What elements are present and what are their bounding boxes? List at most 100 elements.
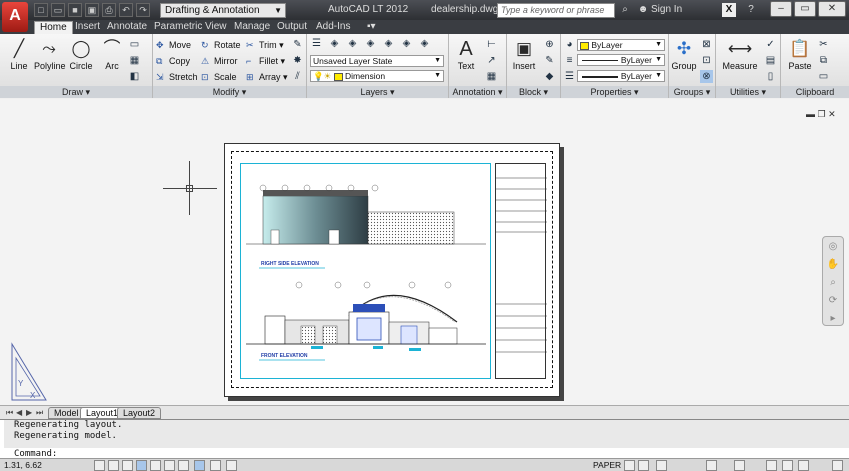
grid-display-icon[interactable] bbox=[122, 460, 133, 471]
scale-tool[interactable]: ⊡ Scale bbox=[201, 70, 237, 84]
coordinate-readout[interactable]: 1.31, 6.62 bbox=[4, 460, 42, 470]
tab-annotate[interactable]: Annotate bbox=[102, 21, 152, 34]
id-point-icon[interactable]: ▯ bbox=[764, 70, 777, 83]
first-layout-icon[interactable]: ⏮ bbox=[6, 408, 13, 418]
layer-icon-2[interactable]: ◈ bbox=[346, 37, 359, 50]
annotation-scale-icon[interactable] bbox=[706, 460, 717, 471]
restore-drawing-button[interactable]: ❐ bbox=[818, 109, 826, 119]
plot-icon[interactable]: ⎙ bbox=[102, 3, 116, 17]
snap-mode-icon[interactable] bbox=[108, 460, 119, 471]
save-as-icon[interactable]: ▣ bbox=[85, 3, 99, 17]
rectangle-icon[interactable]: ▭ bbox=[128, 38, 141, 51]
save-icon[interactable]: ■ bbox=[68, 3, 82, 17]
lineweight-dropdown[interactable]: ByLayer ▼ bbox=[577, 70, 665, 82]
undo-icon[interactable]: ↶ bbox=[119, 3, 133, 17]
copy-clip-icon[interactable]: ⧉ bbox=[817, 54, 830, 67]
layer-icon-4[interactable]: ◈ bbox=[382, 37, 395, 50]
line-tool[interactable]: ╱ Line bbox=[4, 37, 34, 71]
tab-view[interactable]: View bbox=[200, 21, 232, 34]
groups-panel-title[interactable]: Groups ▾ bbox=[669, 86, 715, 98]
redo-icon[interactable]: ↷ bbox=[136, 3, 150, 17]
layers-panel-title[interactable]: Layers ▾ bbox=[307, 86, 448, 98]
tab-home[interactable]: Home bbox=[34, 21, 73, 34]
close-drawing-button[interactable]: ✕ bbox=[828, 109, 836, 119]
calculator-icon[interactable]: ▤ bbox=[764, 54, 777, 67]
exchange-icon[interactable]: X bbox=[722, 3, 736, 17]
leader-icon[interactable]: ↗ bbox=[485, 54, 498, 67]
color-dropdown[interactable]: ByLayer ▼ bbox=[577, 39, 665, 51]
linetype-dropdown[interactable]: ByLayer ▼ bbox=[577, 54, 665, 66]
group-select-icon[interactable]: ⊗ bbox=[700, 70, 713, 83]
pan-icon[interactable]: ✋ bbox=[824, 259, 842, 273]
offset-icon[interactable]: ⫽ bbox=[291, 70, 304, 83]
lineweight-icon[interactable]: ☰ bbox=[563, 70, 576, 83]
workspace-dropdown[interactable]: Drafting & Annotation ▼ bbox=[160, 3, 286, 18]
space-toggle[interactable]: PAPER bbox=[593, 460, 621, 470]
layer-icon-5[interactable]: ◈ bbox=[400, 37, 413, 50]
paste-tool[interactable]: 📋 Paste bbox=[785, 37, 815, 71]
orbit-icon[interactable]: ⟳ bbox=[824, 295, 842, 309]
match-color-icon[interactable]: ◕ bbox=[563, 38, 576, 51]
region-icon[interactable]: ◧ bbox=[128, 70, 141, 83]
block-attribute-icon[interactable]: ◆ bbox=[543, 70, 556, 83]
next-layout-icon[interactable]: ▶ bbox=[26, 408, 32, 417]
hardware-acceleration-icon[interactable] bbox=[798, 460, 809, 471]
linetype-icon[interactable]: ≡ bbox=[563, 54, 576, 67]
array-tool[interactable]: ⊞ Array ▾ bbox=[246, 70, 288, 84]
sign-in-link[interactable]: Sign In bbox=[651, 4, 682, 15]
properties-panel-title[interactable]: Properties ▾ bbox=[561, 86, 668, 98]
copy-tool[interactable]: ⧉ Copy bbox=[156, 54, 190, 68]
maximize-button[interactable]: ▭ bbox=[794, 1, 816, 17]
quick-view-drawings-icon[interactable] bbox=[638, 460, 649, 471]
close-button[interactable]: ✕ bbox=[818, 1, 846, 17]
erase-icon[interactable]: ✎ bbox=[291, 38, 304, 51]
arc-tool[interactable]: ⌒ Arc bbox=[97, 37, 127, 71]
open-icon[interactable]: ▭ bbox=[51, 3, 65, 17]
object-snap-icon[interactable] bbox=[164, 460, 175, 471]
trim-tool[interactable]: ✂ Trim ▾ bbox=[246, 38, 284, 52]
workspace-switching-icon[interactable] bbox=[734, 460, 745, 471]
dynamic-input-icon[interactable] bbox=[194, 460, 205, 471]
ribbon-toggle-icon[interactable]: ▪▾ bbox=[362, 21, 381, 34]
last-layout-icon[interactable]: ⏭ bbox=[36, 408, 43, 418]
modify-panel-title[interactable]: Modify ▾ bbox=[153, 86, 306, 98]
lineweight-toggle-icon[interactable] bbox=[210, 460, 221, 471]
layer-state-dropdown[interactable]: Unsaved Layer State ▼ bbox=[310, 55, 444, 67]
edit-block-icon[interactable]: ✎ bbox=[543, 54, 556, 67]
clean-screen-icon[interactable] bbox=[832, 460, 843, 471]
explode-icon[interactable]: ✸ bbox=[291, 54, 304, 67]
layer-properties-icon[interactable]: ☰ bbox=[310, 37, 323, 50]
create-block-icon[interactable]: ⊕ bbox=[543, 38, 556, 51]
showmotion-icon[interactable]: ▸ bbox=[824, 313, 842, 327]
help-icon[interactable]: ? bbox=[744, 3, 758, 17]
fillet-tool[interactable]: ⌐ Fillet ▾ bbox=[246, 54, 285, 68]
minimize-drawing-button[interactable]: ▬ bbox=[806, 109, 815, 119]
polar-tracking-icon[interactable] bbox=[150, 460, 161, 471]
cut-icon[interactable]: ✂ bbox=[817, 38, 830, 51]
layer-icon-3[interactable]: ◈ bbox=[364, 37, 377, 50]
quick-properties-icon[interactable] bbox=[226, 460, 237, 471]
tab-layout2[interactable]: Layout2 bbox=[117, 407, 162, 419]
isolate-objects-icon[interactable] bbox=[782, 460, 793, 471]
annotation-panel-title[interactable]: Annotation ▾ bbox=[449, 86, 506, 98]
table-icon[interactable]: ▦ bbox=[485, 70, 498, 83]
dimension-icon[interactable]: ⊢ bbox=[485, 38, 498, 51]
layer-icon-6[interactable]: ◈ bbox=[418, 37, 431, 50]
new-icon[interactable]: □ bbox=[34, 3, 48, 17]
infer-constraints-icon[interactable] bbox=[94, 460, 105, 471]
mirror-tool[interactable]: ⚠ Mirror bbox=[201, 54, 238, 68]
prev-layout-icon[interactable]: ◀ bbox=[16, 408, 22, 417]
measure-tool[interactable]: ⟷ Measure bbox=[720, 37, 760, 71]
layer-dropdown[interactable]: 💡☀ Dimension ▼ bbox=[310, 70, 444, 82]
object-snap-tracking-icon[interactable] bbox=[178, 460, 189, 471]
steeringwheel-icon[interactable]: ◎ bbox=[824, 241, 842, 255]
tab-parametric[interactable]: Parametric bbox=[149, 21, 207, 34]
move-tool[interactable]: ✥ Move bbox=[156, 38, 191, 52]
ungroup-icon[interactable]: ⊠ bbox=[700, 38, 713, 51]
stretch-tool[interactable]: ⇲ Stretch bbox=[156, 70, 198, 84]
ortho-mode-icon[interactable] bbox=[136, 460, 147, 471]
clipboard-panel-title[interactable]: Clipboard bbox=[781, 86, 849, 98]
tab-add-ins[interactable]: Add-Ins bbox=[311, 21, 355, 34]
insert-tool[interactable]: ▣ Insert bbox=[509, 37, 539, 71]
lock-icon[interactable] bbox=[766, 460, 777, 471]
